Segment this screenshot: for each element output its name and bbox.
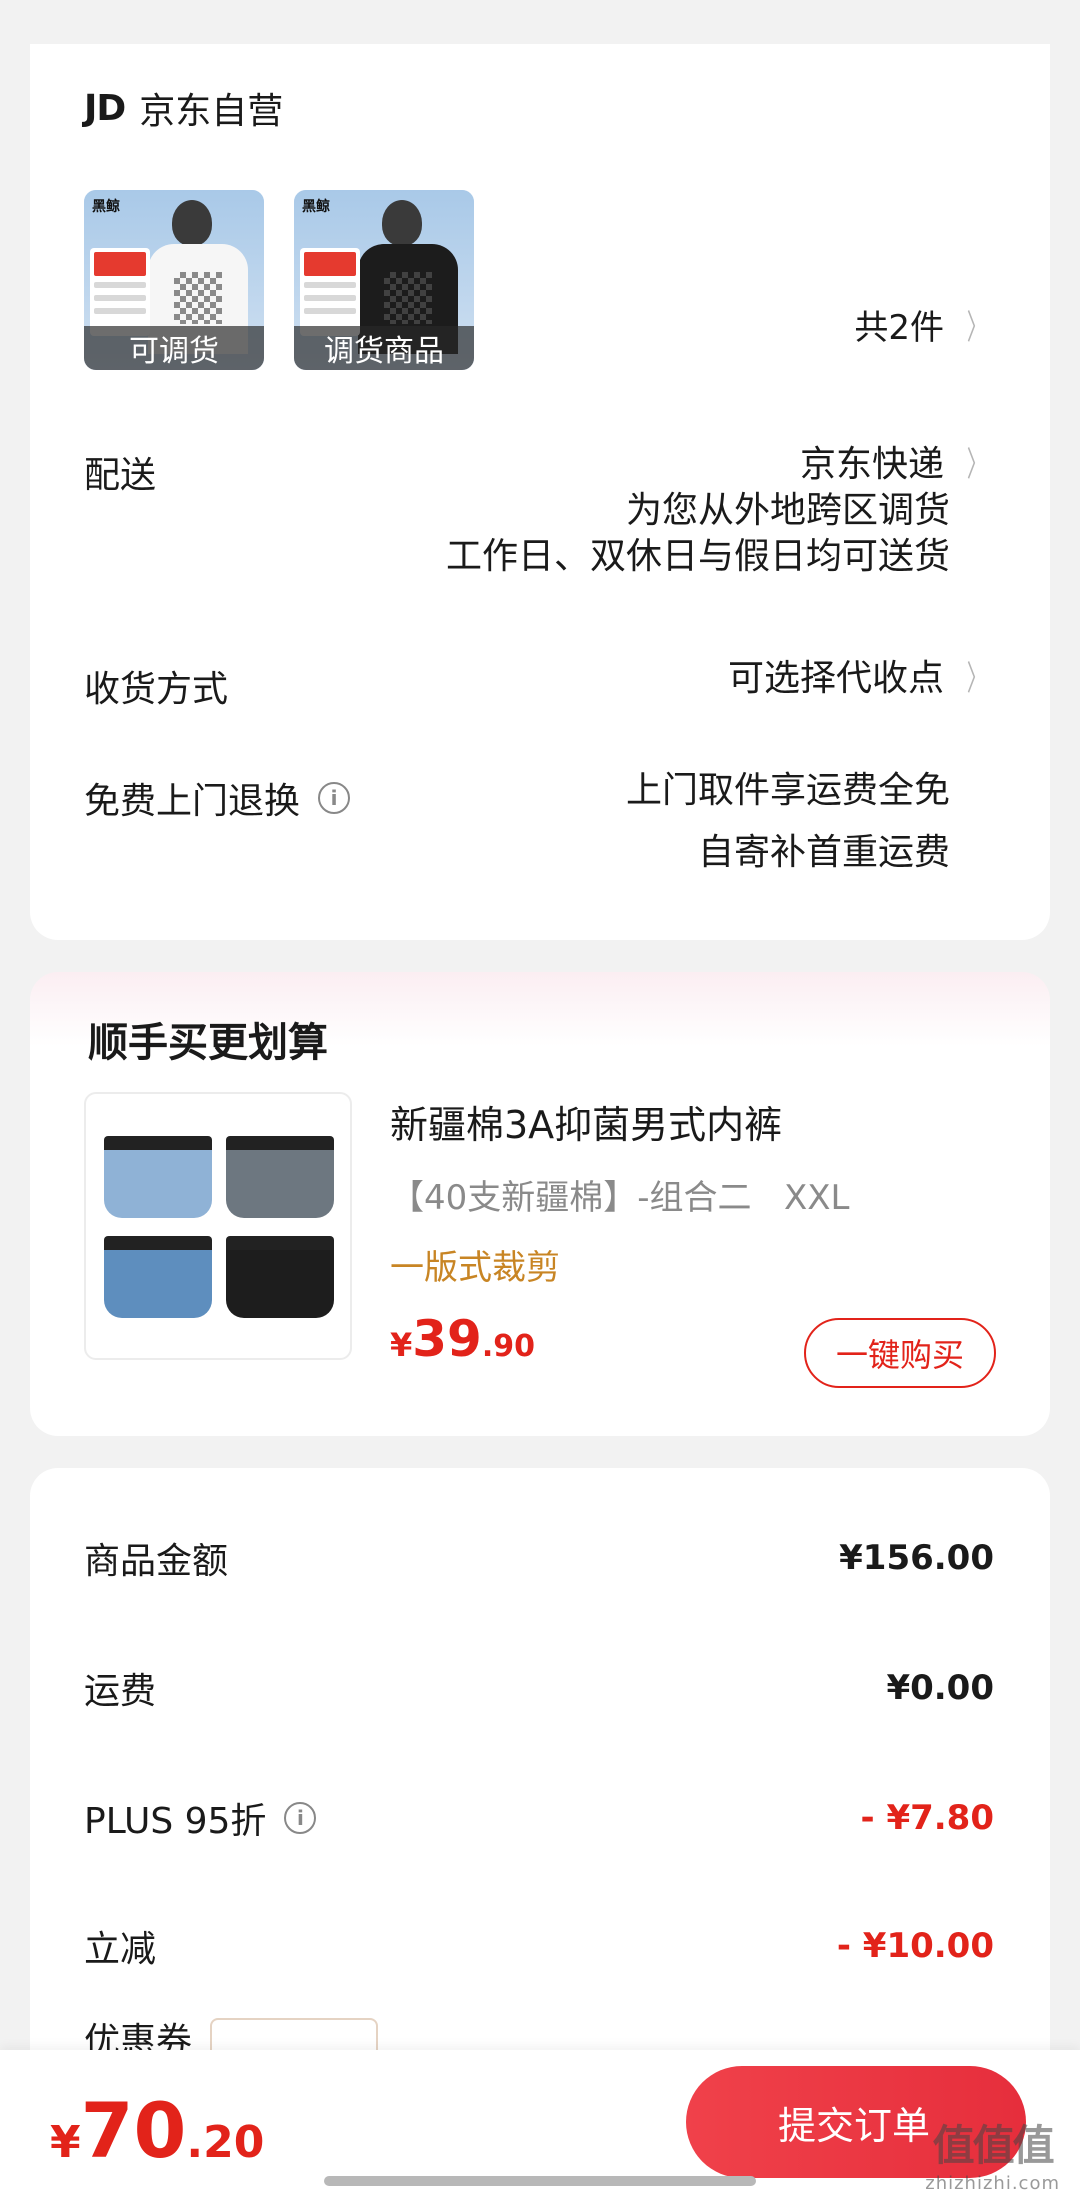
upsell-feature-tag: 一版式裁剪 — [390, 1248, 560, 1288]
receive-method-value: 可选择代收点 — [727, 658, 944, 699]
store-header[interactable]: JD 京东自营 — [84, 82, 283, 134]
delivery-note: 为您从外地跨区调货 — [625, 490, 950, 531]
thumb-brand-logo: 黑鲸 — [92, 199, 120, 215]
watermark-url: zhizhizhi.com — [925, 2173, 1060, 2194]
delivery-option[interactable]: 京东快递 〉 为您从外地跨区调货 工作日、双休日与假日均可送货 — [446, 442, 994, 580]
upsell-price: ¥ 39 .90 — [390, 1310, 536, 1368]
brief-blue — [104, 1136, 212, 1218]
info-icon[interactable]: i — [284, 1802, 317, 1834]
upsell-product-name[interactable]: 新疆棉3A抑菌男式内裤 — [390, 1094, 782, 1149]
store-name: 京东自营 — [139, 91, 284, 132]
chevron-right-icon: 〉 — [966, 659, 988, 699]
chevron-right-icon: 〉 — [966, 445, 988, 485]
summary-row-shipping: 运费 ¥0.00 — [84, 1668, 994, 1712]
upsell-product-image[interactable] — [84, 1092, 352, 1360]
site-watermark: 值值值 zhizhizhi.com — [925, 2112, 1060, 2194]
delivery-schedule: 工作日、双休日与假日均可送货 — [445, 536, 950, 577]
promo-badge — [90, 248, 150, 336]
summary-row-subtotal: 商品金额 ¥156.00 — [84, 1538, 994, 1582]
jd-logo-icon: JD — [84, 87, 126, 129]
delivery-carrier: 京东快递 — [799, 444, 944, 485]
delivery-label: 配送 — [84, 455, 157, 496]
promo-badge — [300, 248, 360, 336]
upsell-product-spec: 【40支新疆棉】-组合二 XXL — [390, 1178, 850, 1218]
upsell-title: 顺手买更划算 — [88, 1020, 328, 1066]
free-return-label: 免费上门退换 — [84, 781, 301, 822]
receive-method-label: 收货方式 — [84, 669, 229, 710]
thumb-brand-logo: 黑鲸 — [302, 199, 330, 215]
order-total: ¥ 70 .20 — [50, 2086, 265, 2175]
product-thumb-black-tee[interactable]: 黑鲸 调货商品 — [294, 190, 474, 370]
brief-black — [226, 1236, 334, 1318]
thumb-tag: 可调货 — [84, 326, 264, 370]
thumb-tag: 调货商品 — [294, 326, 474, 370]
product-thumb-white-tee[interactable]: 黑鲸 可调货 — [84, 190, 264, 370]
brief-navy — [104, 1236, 212, 1318]
home-indicator[interactable] — [324, 2176, 756, 2186]
return-self-send-note: 自寄补首重运费 — [697, 832, 950, 873]
chevron-right-icon: 〉 — [966, 308, 988, 348]
summary-row-instant-discount: 立减 - ¥10.00 — [84, 1926, 994, 1970]
one-click-buy-button[interactable]: 一键购买 — [804, 1318, 996, 1388]
summary-row-plus-discount: PLUS 95折 i - ¥7.80 — [84, 1798, 994, 1842]
upsell-card: 顺手买更划算 新疆棉3A抑菌男式内裤 【40支新疆棉】-组合二 XXL 一版式裁… — [30, 972, 1050, 1436]
info-icon[interactable]: i — [318, 782, 351, 814]
brief-grey — [226, 1136, 334, 1218]
item-count: 共2件 — [854, 308, 944, 348]
return-pickup-note: 上门取件享运费全免 — [625, 770, 950, 811]
checkout-bar: ¥ 70 .20 提交订单 值值值 zhizhizhi.com — [0, 2050, 1080, 2196]
receive-method-option[interactable]: 可选择代收点 〉 — [728, 656, 994, 702]
store-card: JD 京东自营 黑鲸 可调货 黑鲸 调货商品 共2件 〉 配送 京东快递 〉 为… — [30, 44, 1050, 940]
free-return-info: 上门取件享运费全免 自寄补首重运费 — [626, 768, 994, 876]
watermark-logo: 值值值 — [932, 2121, 1055, 2170]
item-count-link[interactable]: 共2件 〉 — [854, 300, 994, 349]
free-return-label-row: 免费上门退换 i — [84, 772, 351, 824]
